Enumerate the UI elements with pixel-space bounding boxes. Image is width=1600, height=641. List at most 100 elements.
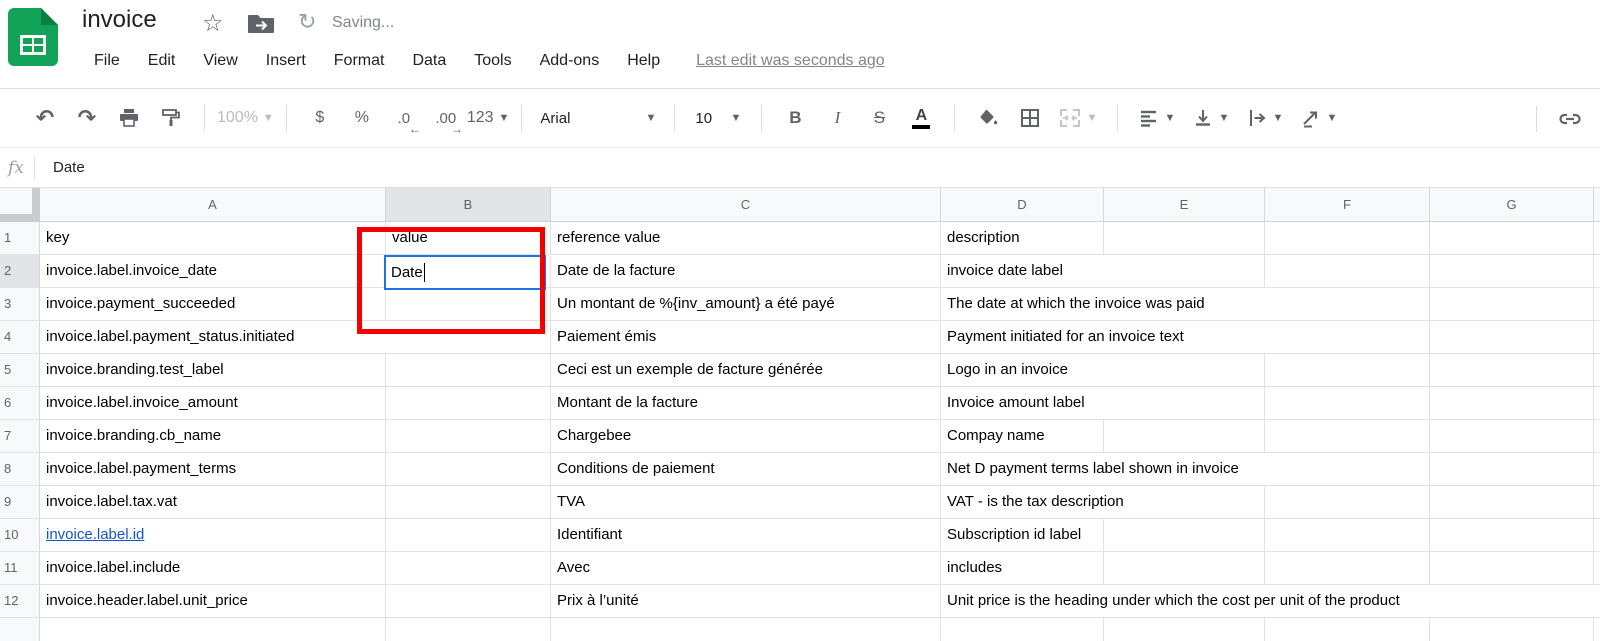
cell-B11[interactable] [386,552,551,584]
font-size-select[interactable]: 10 ▼ [687,100,749,136]
cell-D13[interactable] [941,618,1104,641]
cell-B4[interactable] [386,321,551,353]
cell-G10[interactable] [1430,519,1594,551]
menu-help[interactable]: Help [613,48,674,74]
menu-data[interactable]: Data [398,48,460,74]
cell-A12[interactable]: invoice.header.label.unit_price [40,585,386,617]
cell-F9[interactable] [1265,486,1430,518]
cell-D3[interactable]: The date at which the invoice was paid [941,288,1205,320]
cell-G13[interactable] [1430,618,1594,641]
cell-E7[interactable] [1104,420,1265,452]
cell-A1[interactable]: key [40,222,386,254]
cell-F1[interactable] [1265,222,1430,254]
cell-C12[interactable]: Prix à l’unité [551,585,941,617]
cell-D10[interactable]: Subscription id label [941,519,1104,551]
menu-format[interactable]: Format [320,48,399,74]
menu-edit[interactable]: Edit [134,48,190,74]
document-title[interactable]: invoice [82,6,157,34]
star-icon[interactable]: ☆ [202,12,224,36]
row-header-4[interactable]: 4 [0,321,40,353]
row-header-8[interactable]: 8 [0,453,40,485]
cell-G5[interactable] [1430,354,1594,386]
cell-B7[interactable] [386,420,551,452]
cell-D6[interactable]: Invoice amount label [941,387,1104,419]
cell-E2[interactable] [1104,255,1265,287]
cell-G2[interactable] [1430,255,1594,287]
cell-F8[interactable] [1265,453,1430,485]
col-header-E[interactable]: E [1104,188,1265,222]
cell-B5[interactable] [386,354,551,386]
cell-C10[interactable]: Identifiant [551,519,941,551]
text-color-button[interactable]: A [900,100,942,136]
cell-G3[interactable] [1430,288,1594,320]
row-header-9[interactable]: 9 [0,486,40,518]
row-header-10[interactable]: 10 [0,519,40,551]
col-header-C[interactable]: C [551,188,941,222]
cell-C1[interactable]: reference value [551,222,941,254]
cell-D9[interactable]: VAT - is the tax description [941,486,1124,518]
menu-view[interactable]: View [189,48,251,74]
cell-C5[interactable]: Ceci est un exemple de facture générée [551,354,941,386]
cell-G11[interactable] [1430,552,1594,584]
cell-G12[interactable] [1430,585,1594,617]
cell-B6[interactable] [386,387,551,419]
cell-B13[interactable] [386,618,551,641]
cell-C11[interactable]: Avec [551,552,941,584]
text-rotation-button[interactable]: ▼ [1292,100,1346,136]
cell-D1[interactable]: description [941,222,1104,254]
active-cell-editor[interactable]: Date [384,255,546,290]
cell-A3[interactable]: invoice.payment_succeeded [40,288,386,320]
cell-C3[interactable]: Un montant de %{inv_amount} a été payé [551,288,941,320]
cell-A13[interactable] [40,618,386,641]
last-edit-link[interactable]: Last edit was seconds ago [696,52,885,70]
font-family-select[interactable]: Arial ▼ [534,100,662,136]
cell-A2[interactable]: invoice.label.invoice_date [40,255,386,287]
menu-insert[interactable]: Insert [252,48,320,74]
row-header-13[interactable] [0,618,40,641]
row-header-1[interactable]: 1 [0,222,40,254]
cell-D12[interactable]: Unit price is the heading under which th… [941,585,1400,617]
cell-C13[interactable] [551,618,941,641]
horizontal-align-button[interactable]: ▼ [1130,100,1184,136]
number-format-button[interactable]: 123 ▼ [467,100,510,136]
cell-F11[interactable] [1265,552,1430,584]
cell-A8[interactable]: invoice.label.payment_terms [40,453,386,485]
decrease-decimal-button[interactable]: .0 ← [383,100,425,137]
strikethrough-button[interactable]: S [858,100,900,136]
cell-A7[interactable]: invoice.branding.cb_name [40,420,386,452]
row-header-5[interactable]: 5 [0,354,40,386]
row-header-11[interactable]: 11 [0,552,40,584]
paint-format-button[interactable] [150,100,192,136]
col-header-D[interactable]: D [941,188,1104,222]
cell-B9[interactable] [386,486,551,518]
cell-C9[interactable]: TVA [551,486,941,518]
menu-tools[interactable]: Tools [460,48,525,74]
cell-G9[interactable] [1430,486,1594,518]
increase-decimal-button[interactable]: .00 → [425,100,467,137]
cell-E6[interactable] [1104,387,1265,419]
cell-E1[interactable] [1104,222,1265,254]
cell-F6[interactable] [1265,387,1430,419]
cell-G6[interactable] [1430,387,1594,419]
row-header-7[interactable]: 7 [0,420,40,452]
row-header-12[interactable]: 12 [0,585,40,617]
cell-F7[interactable] [1265,420,1430,452]
cell-D4[interactable]: Payment initiated for an invoice text [941,321,1184,353]
cell-A4[interactable]: invoice.label.payment_status.initiated [40,321,386,353]
cell-B8[interactable] [386,453,551,485]
borders-button[interactable] [1009,100,1051,136]
cell-D5[interactable]: Logo in an invoice [941,354,1104,386]
cell-G7[interactable] [1430,420,1594,452]
cell-E10[interactable] [1104,519,1265,551]
cell-C8[interactable]: Conditions de paiement [551,453,941,485]
cell-E5[interactable] [1104,354,1265,386]
cell-B12[interactable] [386,585,551,617]
italic-button[interactable]: I [816,100,858,136]
cell-D2[interactable]: invoice date label [941,255,1104,287]
redo-button[interactable]: ↷ [66,100,108,136]
cell-E9[interactable] [1104,486,1265,518]
cell-C4[interactable]: Paiement émis [551,321,941,353]
cell-C2[interactable]: Date de la facture [551,255,941,287]
cell-F3[interactable] [1265,288,1430,320]
row-header-2[interactable]: 2 [0,255,40,287]
